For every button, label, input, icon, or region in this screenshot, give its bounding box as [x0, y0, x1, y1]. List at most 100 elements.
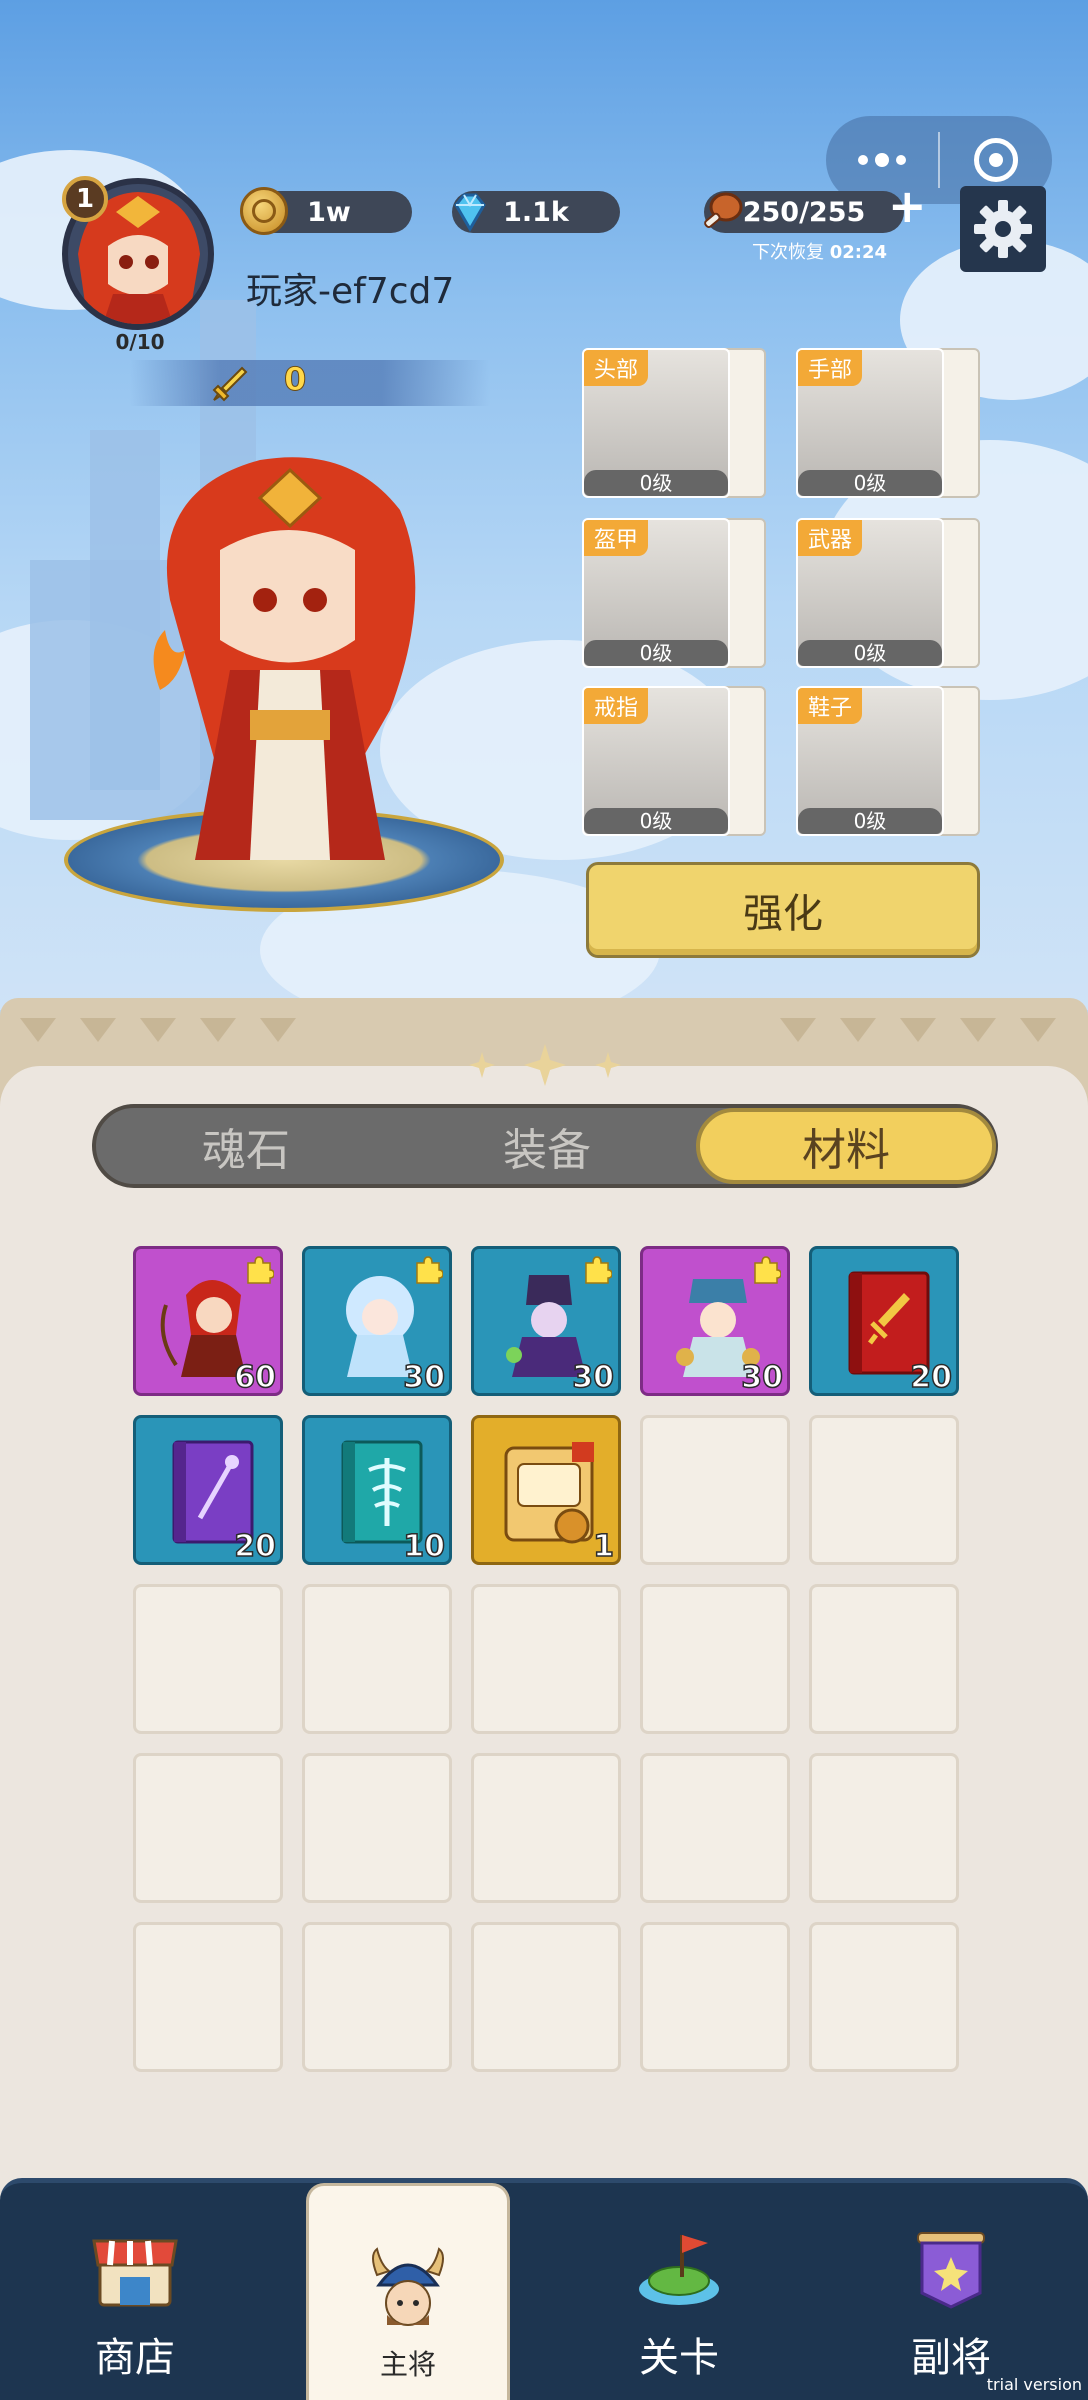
stamina-value: 250/255 [742, 196, 866, 228]
item-count: 30 [403, 1359, 446, 1396]
nav-deputy-general[interactable]: 副将 [856, 2183, 1046, 2400]
item-count: 10 [403, 1528, 446, 1565]
slot-tag: 鞋子 [798, 688, 863, 724]
inventory-item-teal-caduceus-book[interactable]: 10 [302, 1415, 452, 1565]
inventory-slot-empty[interactable] [302, 1753, 452, 1903]
inventory-slot-empty[interactable] [302, 1922, 452, 2072]
inventory-slot-empty[interactable] [133, 1922, 283, 2072]
inventory-slot-empty[interactable] [640, 1753, 790, 1903]
puzzle-piece-icon [247, 1256, 274, 1284]
inventory-item-purple-staff-book[interactable]: 20 [133, 1415, 283, 1565]
puzzle-piece-icon [754, 1256, 781, 1284]
slot-tag: 盔甲 [584, 520, 649, 556]
inventory-slot-empty[interactable] [133, 1584, 283, 1734]
item-count: 30 [741, 1359, 784, 1396]
item-count: 30 [572, 1359, 615, 1396]
inventory-slot-empty[interactable] [809, 1753, 959, 1903]
gear-icon [974, 200, 1032, 258]
target-icon [974, 138, 1018, 182]
inventory-slot-empty[interactable] [471, 1753, 621, 1903]
slot-card: 盔甲 0级 [582, 518, 730, 668]
inventory-slot-empty[interactable] [471, 1922, 621, 2072]
stamina-recover-info: 下次恢复 02:24 [752, 238, 887, 264]
inventory-slot-empty[interactable] [471, 1584, 621, 1734]
equip-slot-shoes[interactable]: 鞋子 0级 [796, 686, 980, 836]
shop-stall-icon [92, 2239, 178, 2307]
diamond-counter[interactable]: 1.1k [452, 191, 620, 233]
slot-level: 0级 [798, 640, 942, 666]
inventory-item-elder-sage-shard[interactable]: 30 [640, 1246, 790, 1396]
equip-slot-head[interactable]: 头部 0级 [582, 348, 766, 498]
meat-drumstick-icon [698, 187, 746, 235]
slot-level: 0级 [584, 640, 728, 666]
tab-equipment[interactable]: 装备 [397, 1108, 697, 1184]
inventory-slot-empty[interactable] [809, 1584, 959, 1734]
gold-value: 1w [307, 196, 351, 228]
slot-card: 戒指 0级 [582, 686, 730, 836]
item-count: 20 [910, 1359, 953, 1396]
slot-level: 0级 [584, 470, 728, 496]
more-icon [858, 153, 906, 167]
nav-stage[interactable]: 关卡 [584, 2183, 774, 2400]
slot-level: 0级 [798, 808, 942, 834]
enhance-button[interactable]: 强化 [586, 862, 980, 958]
equip-slot-weapon[interactable]: 武器 0级 [796, 518, 980, 668]
inventory-slot-empty[interactable] [640, 1922, 790, 2072]
tab-materials[interactable]: 材料 [696, 1108, 996, 1184]
add-stamina-button[interactable]: + [888, 183, 927, 229]
nav-label: 商店 [95, 2335, 175, 2381]
inventory-item-ad-free-card[interactable]: 1 [471, 1415, 621, 1565]
trial-version-label: trial version [986, 2375, 1082, 2394]
purple-banner-icon [917, 2232, 985, 2309]
tab-soulstone[interactable]: 魂石 [96, 1108, 396, 1184]
gold-counter[interactable]: 1w [240, 187, 412, 235]
inventory-slot-empty[interactable] [809, 1922, 959, 2072]
gold-coin-icon [240, 187, 288, 235]
nav-main-general[interactable]: 主将 [306, 2183, 510, 2400]
slot-card: 武器 0级 [796, 518, 944, 668]
sword-power-icon [212, 366, 248, 402]
slot-tag: 头部 [584, 350, 649, 386]
diamond-icon [446, 187, 494, 235]
power-value: 0 [283, 360, 307, 399]
nav-label: 主将 [379, 2348, 436, 2381]
puzzle-piece-icon [585, 1256, 612, 1284]
island-flag-icon [639, 2235, 719, 2305]
stamina-counter[interactable]: 250/255 [704, 191, 904, 233]
nav-label: 关卡 [639, 2335, 719, 2381]
equip-slot-hands[interactable]: 手部 0级 [796, 348, 980, 498]
recover-label: 下次恢复 [752, 242, 824, 263]
puzzle-piece-icon [416, 1256, 443, 1284]
slot-tag: 手部 [798, 350, 863, 386]
sparkle-ornament [469, 1044, 621, 1086]
nav-label: 副将 [911, 2335, 991, 2381]
player-name: 玩家-ef7cd7 [246, 271, 455, 312]
slot-level: 0级 [584, 808, 728, 834]
nav-shop[interactable]: 商店 [40, 2183, 230, 2400]
settings-button[interactable] [960, 186, 1046, 272]
equip-slot-armor[interactable]: 盔甲 0级 [582, 518, 766, 668]
recover-time: 02:24 [829, 242, 888, 263]
viking-helmet-icon [372, 2247, 444, 2326]
level-badge: 1 [62, 176, 108, 222]
inventory-item-archer-shard[interactable]: 60 [133, 1246, 283, 1396]
inventory-tabs: 魂石 装备 材料 [92, 1104, 998, 1188]
power-bar [130, 360, 490, 406]
inventory-slot-empty[interactable] [640, 1584, 790, 1734]
diamond-value: 1.1k [503, 196, 569, 228]
inventory-slot-empty[interactable] [302, 1584, 452, 1734]
inventory-slot-empty[interactable] [133, 1753, 283, 1903]
equip-slot-ring[interactable]: 戒指 0级 [582, 686, 766, 836]
inventory-item-red-sword-book[interactable]: 20 [809, 1246, 959, 1396]
item-count: 1 [592, 1528, 614, 1565]
inventory-slot-empty[interactable] [640, 1415, 790, 1565]
main-hero-figure [153, 457, 416, 860]
item-count: 20 [234, 1528, 277, 1565]
inventory-item-ice-fairy-shard[interactable]: 30 [302, 1246, 452, 1396]
ad-free-ticket-icon [504, 1442, 594, 1544]
inventory-slot-empty[interactable] [809, 1415, 959, 1565]
slot-tag: 武器 [798, 520, 863, 556]
bottom-nav: 商店 主将 关卡 副将 trial version [0, 2178, 1088, 2400]
inventory-item-dark-mage-shard[interactable]: 30 [471, 1246, 621, 1396]
slot-level: 0级 [798, 470, 942, 496]
